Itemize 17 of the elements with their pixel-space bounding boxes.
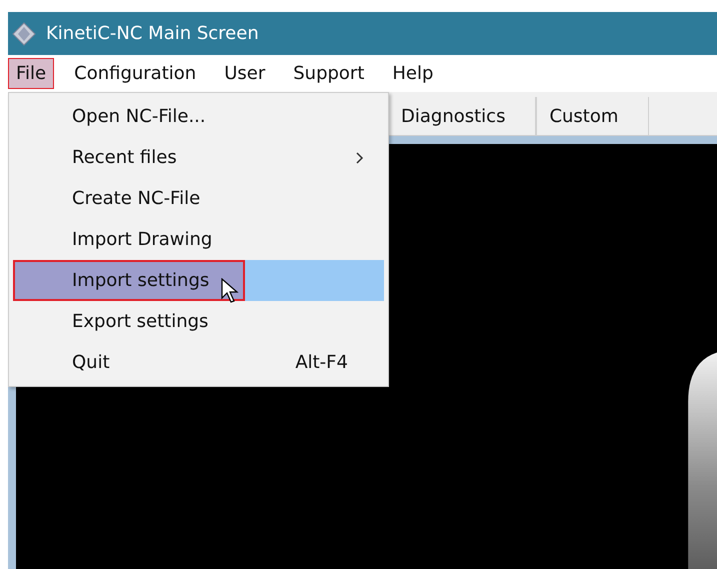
app-icon [12,22,36,46]
menu-entry[interactable]: Import Drawing [13,219,384,260]
menu-entry[interactable]: Export settings [13,301,384,342]
menu-entry[interactable]: Create NC-File [13,178,384,219]
tab[interactable]: Custom [536,97,650,135]
menu-entry[interactable]: Quit Alt-F4 [13,342,384,383]
menu-item[interactable]: File [8,58,54,89]
menu-item[interactable]: Support [285,58,372,89]
menu-item[interactable]: Help [384,58,442,89]
menu-item[interactable]: User [216,58,274,89]
menu-entry[interactable]: Recent files [13,137,384,178]
shortcut: Alt-F4 [295,352,348,373]
window-title: KinetiC-NC Main Screen [46,23,259,44]
menu-item[interactable]: Configuration [66,58,204,89]
menu-entry[interactable]: Import settings [13,260,384,301]
menu-entry[interactable]: Open NC-File... [13,96,384,137]
cursor-icon [221,278,239,304]
